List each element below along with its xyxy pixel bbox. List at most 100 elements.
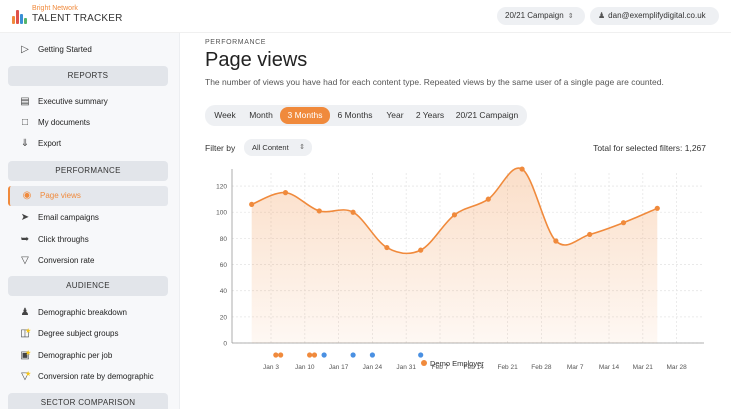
sidebar-item-demographic-breakdown[interactable]: ♟ Demographic breakdown (8, 303, 168, 323)
sidebar-item-label: Getting Started (38, 45, 92, 54)
star-icon: ★ (25, 328, 32, 335)
sidebar: ▷ Getting Started REPORTS ▤ Executive su… (0, 33, 180, 409)
megaphone-icon: ➤ (20, 212, 30, 223)
data-point (451, 212, 458, 218)
data-point (316, 208, 322, 214)
section-performance: PERFORMANCE (8, 161, 168, 181)
event-marker (418, 352, 424, 358)
tab-3-months[interactable]: 3 Months (280, 107, 330, 124)
data-point (519, 166, 525, 172)
event-marker (350, 352, 356, 358)
section-reports: REPORTS (8, 66, 168, 86)
section-audience: AUDIENCE (8, 276, 168, 296)
updown-caret-icon: ⇕ (299, 144, 305, 151)
data-point (384, 244, 390, 251)
legend-swatch (421, 360, 427, 366)
sidebar-item-conversion-rate[interactable]: ▽ Conversion rate (8, 251, 168, 271)
sidebar-item-label: Demographic breakdown (38, 308, 127, 317)
campaign-select[interactable]: 20/21 Campaign ⇕ (497, 7, 585, 25)
sidebar-item-label: Degree subject groups (38, 329, 119, 338)
y-tick-label: 100 (216, 210, 227, 217)
time-range-tabs: Week Month 3 Months 6 Months Year 2 Year… (205, 105, 527, 126)
event-marker (321, 352, 327, 358)
document-icon: ▤ (20, 96, 30, 107)
sidebar-item-demographic-per-job[interactable]: ▣ ★ Demographic per job (8, 346, 168, 366)
data-point (249, 201, 255, 207)
sidebar-item-conversion-rate-by-demographic[interactable]: ▽ ★ Conversion rate by demographic (8, 367, 168, 387)
sidebar-item-label: Page views (40, 191, 81, 200)
data-point (587, 231, 593, 238)
tab-week[interactable]: Week (208, 107, 242, 124)
data-point (282, 190, 289, 196)
x-tick-label: Mar 7 (567, 364, 584, 371)
y-tick-label: 120 (216, 184, 227, 191)
sidebar-item-label: Conversion rate by demographic (38, 372, 154, 381)
event-marker (278, 352, 284, 358)
sidebar-item-label: Executive summary (38, 97, 108, 106)
y-tick-label: 60 (220, 262, 228, 269)
sidebar-item-page-views[interactable]: ◉ Page views (8, 186, 168, 206)
updown-caret-icon: ⇕ (567, 13, 574, 20)
sidebar-item-click-throughs[interactable]: ➥ Click throughs (8, 230, 168, 250)
sidebar-item-label: Export (38, 139, 62, 148)
x-tick-label: Feb 21 (497, 364, 518, 371)
tab-month[interactable]: Month (243, 107, 279, 124)
funnel-icon: ▽ (21, 255, 29, 266)
user-icon: ♟ (598, 11, 606, 20)
legend-label: Demo Employer (430, 359, 484, 368)
y-tick-label: 20 (220, 314, 228, 321)
event-marker (307, 352, 313, 358)
sidebar-item-my-documents[interactable]: □ My documents (8, 113, 168, 133)
sidebar-item-degree-subject-groups[interactable]: ◫ ★ Degree subject groups (8, 324, 168, 344)
brand-name: TALENT TRACKER (32, 13, 123, 24)
x-tick-label: Jan 17 (329, 364, 349, 371)
filter-select[interactable]: All Content ⇕ (244, 139, 312, 156)
page-views-chart: 0 20 40 60 80 100 120 Jan 3 Jan 10 Jan 17 Jan 24 Ja… (216, 166, 704, 371)
series-area (251, 168, 658, 343)
eye-icon: ◉ (22, 190, 32, 201)
tab-6-months[interactable]: 6 Months (332, 107, 378, 124)
sidebar-item-label: Conversion rate (38, 256, 95, 265)
data-point (654, 205, 660, 211)
cursor-icon: ➥ (20, 234, 30, 245)
data-point (418, 247, 424, 253)
x-tick-label: Jan 31 (396, 364, 416, 371)
tab-year[interactable]: Year (380, 107, 410, 124)
page-description: The number of views you have had for eac… (205, 77, 664, 87)
bright-network-logo-icon (11, 6, 29, 24)
top-bar: Bright Network TALENT TRACKER 20/21 Camp… (0, 0, 731, 33)
play-icon: ▷ (21, 44, 29, 55)
sidebar-item-executive-summary[interactable]: ▤ Executive summary (8, 92, 168, 112)
star-icon: ★ (25, 350, 32, 357)
y-tick-label: 80 (220, 236, 228, 243)
data-point (620, 220, 627, 226)
sidebar-item-export[interactable]: ⇓ Export (8, 134, 168, 154)
x-tick-label: Jan 3 (263, 364, 279, 371)
campaign-label: 20/21 Campaign (505, 11, 564, 20)
x-tick-label: Feb 28 (531, 364, 552, 371)
x-tick-label: Mar 28 (666, 364, 687, 371)
star-icon: ★ (25, 371, 32, 378)
user-menu[interactable]: ♟ dan@exemplifydigital.co.uk (590, 7, 719, 25)
sidebar-item-label: Click throughs (38, 235, 89, 244)
sidebar-item-email-campaigns[interactable]: ➤ Email campaigns (8, 208, 168, 228)
filter-value: All Content (252, 143, 289, 152)
x-tick-label: Jan 10 (295, 364, 315, 371)
user-email: dan@exemplifydigital.co.uk (608, 11, 706, 20)
event-marker (369, 352, 375, 358)
total-count: Total for selected filters: 1,267 (593, 143, 706, 153)
sidebar-item-getting-started[interactable]: ▷ Getting Started (8, 40, 168, 60)
y-tick-label: 0 (223, 341, 227, 348)
data-point (485, 196, 491, 202)
sidebar-item-label: Email campaigns (38, 213, 99, 222)
section-sector-comparison: SECTOR COMPARISON (8, 393, 168, 409)
data-point (553, 238, 559, 244)
event-marker (311, 352, 318, 358)
x-tick-label: Jan 24 (363, 364, 383, 371)
tab-2-years[interactable]: 2 Years (412, 107, 448, 124)
tab-campaign[interactable]: 20/21 Campaign (450, 107, 524, 124)
data-point (350, 209, 356, 215)
folder-icon: □ (21, 117, 29, 128)
download-icon: ⇓ (20, 138, 30, 149)
page-eyebrow: PERFORMANCE (205, 39, 267, 46)
